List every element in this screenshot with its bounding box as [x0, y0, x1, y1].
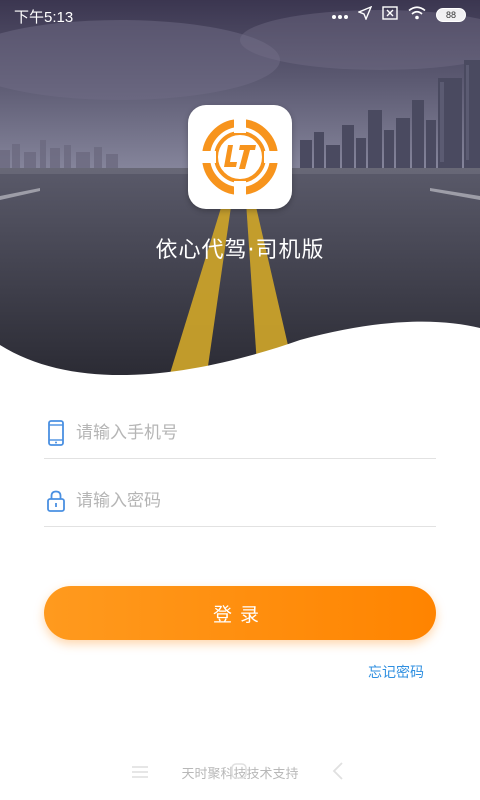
battery-icon: 88 [436, 8, 466, 22]
login-screen: 下午5:13 88 依心代驾·司机版 请输入手机号 登录 忘记密码 天时聚科技技… [0, 0, 480, 800]
login-button[interactable]: 登录 [44, 586, 436, 640]
status-icons: 88 [332, 5, 466, 25]
menu-icon[interactable] [132, 764, 148, 783]
status-bar: 下午5:13 88 [0, 0, 480, 30]
back-icon[interactable] [332, 762, 344, 784]
phone-input[interactable] [76, 423, 436, 443]
password-field [44, 476, 436, 527]
lock-icon [44, 487, 68, 515]
app-name: 依心代驾·司机版 [155, 238, 325, 263]
phone-field [44, 408, 436, 459]
location-arrow-icon [357, 5, 373, 24]
forgot-password-link[interactable]: 忘记密码 [368, 662, 424, 682]
password-input[interactable] [76, 491, 436, 511]
status-time: 下午5:13 [14, 9, 74, 26]
wifi-icon [408, 6, 426, 24]
app-logo-icon [188, 105, 292, 209]
home-icon[interactable] [230, 762, 248, 784]
phone-icon [44, 419, 68, 447]
sim-none-icon [382, 6, 398, 24]
more-dots-icon [332, 6, 348, 24]
